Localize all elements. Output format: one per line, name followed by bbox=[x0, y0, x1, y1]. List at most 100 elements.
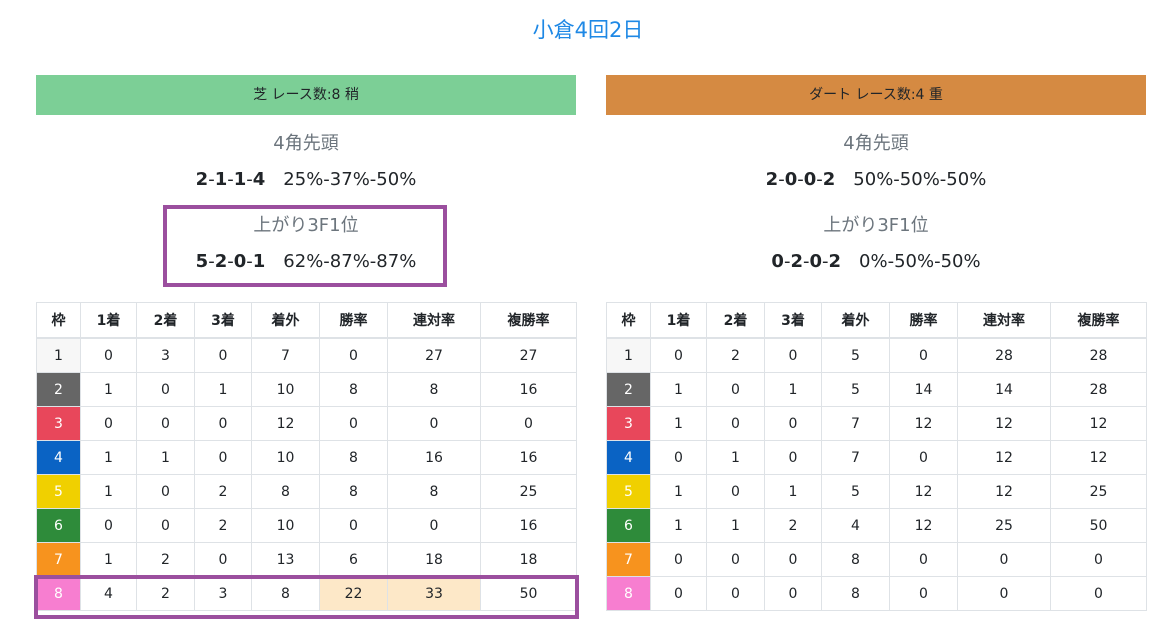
waku-cell: 1 bbox=[606, 337, 651, 373]
table-row: 6 1 1 2 4 12 25 50 bbox=[606, 508, 1147, 543]
table-row: 2 1 0 1 5 14 14 28 bbox=[606, 372, 1147, 407]
table-cell: 14 bbox=[957, 372, 1051, 407]
table-cell: 0 bbox=[764, 406, 822, 441]
table-cell: 12 bbox=[957, 474, 1051, 509]
turf-last3f-highlight bbox=[163, 205, 447, 287]
table-cell: 0 bbox=[1050, 542, 1147, 577]
table-cell: 10 bbox=[251, 372, 320, 407]
column-header: 枠 bbox=[606, 302, 651, 339]
table-cell: 1 bbox=[80, 440, 137, 475]
column-header: 着外 bbox=[821, 302, 890, 339]
page-title: 小倉4回2日 bbox=[532, 18, 644, 42]
table-cell: 16 bbox=[480, 372, 577, 407]
waku-cell: 3 bbox=[606, 406, 651, 441]
table-row: 1 0 2 0 5 0 28 28 bbox=[606, 337, 1147, 373]
table-cell: 2 bbox=[136, 542, 195, 577]
table-cell: 1 bbox=[706, 440, 765, 475]
table-cell: 0 bbox=[706, 542, 765, 577]
table-cell: 8 bbox=[387, 474, 481, 509]
table-cell: 0 bbox=[889, 440, 958, 475]
table-cell: 2 bbox=[194, 474, 252, 509]
table-cell: 10 bbox=[251, 440, 320, 475]
turf-panel: 芝 レース数:8 稍 4角先頭 2-1-1-4 25%-37%-50% 上がり3F… bbox=[36, 75, 577, 611]
column-header: 2着 bbox=[706, 302, 765, 339]
table-row: 7 0 0 0 8 0 0 0 bbox=[606, 542, 1147, 577]
waku-cell: 3 bbox=[36, 406, 81, 441]
dirt-stats-table: 枠 1着 2着 3着 着外 勝率 連対率 複勝率 1 0 2 0 5 0 28 … bbox=[606, 302, 1147, 611]
table-cell: 8 bbox=[319, 474, 388, 509]
table-cell: 7 bbox=[821, 406, 890, 441]
table-cell: 16 bbox=[480, 508, 577, 543]
column-header: 勝率 bbox=[889, 302, 958, 339]
table-cell: 8 bbox=[319, 372, 388, 407]
table-cell: 0 bbox=[957, 576, 1051, 611]
table-row: 7 1 2 0 13 6 18 18 bbox=[36, 542, 577, 577]
table-row: 1 0 3 0 7 0 27 27 bbox=[36, 337, 577, 373]
column-header: 3着 bbox=[764, 302, 822, 339]
table-cell: 3 bbox=[136, 337, 195, 373]
waku-cell: 4 bbox=[36, 440, 81, 475]
table-cell: 27 bbox=[387, 337, 481, 373]
table-cell: 0 bbox=[319, 337, 388, 373]
waku-cell: 5 bbox=[36, 474, 81, 509]
table-cell: 0 bbox=[1050, 576, 1147, 611]
table-cell: 7 bbox=[821, 440, 890, 475]
dirt-corner4-label: 4角先頭 bbox=[843, 133, 909, 154]
table-cell: 12 bbox=[957, 406, 1051, 441]
turf-corner4-rates: 25%-37%-50% bbox=[283, 169, 417, 190]
turf-header: 芝 レース数:8 稍 bbox=[36, 75, 576, 115]
table-cell: 0 bbox=[706, 372, 765, 407]
waku-cell: 1 bbox=[36, 337, 81, 373]
table-cell: 1 bbox=[764, 372, 822, 407]
table-cell: 0 bbox=[319, 508, 388, 543]
table-header-row: 枠 1着 2着 3着 着外 勝率 連対率 複勝率 bbox=[606, 302, 1147, 339]
table-row: 2 1 0 1 10 8 8 16 bbox=[36, 372, 577, 407]
table-cell: 2 bbox=[764, 508, 822, 543]
table-cell: 0 bbox=[889, 542, 958, 577]
table-cell: 0 bbox=[650, 337, 707, 373]
table-row: 3 1 0 0 7 12 12 12 bbox=[606, 406, 1147, 441]
table-cell: 0 bbox=[889, 337, 958, 373]
table-row: 4 1 1 0 10 8 16 16 bbox=[36, 440, 577, 475]
column-header: 連対率 bbox=[957, 302, 1051, 339]
table-cell: 28 bbox=[957, 337, 1051, 373]
table-cell: 1 bbox=[650, 508, 707, 543]
table-cell: 25 bbox=[480, 474, 577, 509]
table-cell: 5 bbox=[821, 474, 890, 509]
table-cell: 2 bbox=[706, 337, 765, 373]
table-cell: 0 bbox=[706, 474, 765, 509]
table-cell: 0 bbox=[650, 440, 707, 475]
waku-cell: 5 bbox=[606, 474, 651, 509]
table-row: 5 1 0 1 5 12 12 25 bbox=[606, 474, 1147, 509]
waku-cell: 8 bbox=[606, 576, 651, 611]
table-cell: 1 bbox=[764, 474, 822, 509]
table-cell: 1 bbox=[80, 542, 137, 577]
table-cell: 14 bbox=[889, 372, 958, 407]
table-cell: 7 bbox=[251, 337, 320, 373]
waku-cell: 4 bbox=[606, 440, 651, 475]
table-cell: 0 bbox=[650, 542, 707, 577]
table-cell: 1 bbox=[650, 474, 707, 509]
table-cell: 12 bbox=[889, 508, 958, 543]
table-row: 4 0 1 0 7 0 12 12 bbox=[606, 440, 1147, 475]
waku-cell: 6 bbox=[36, 508, 81, 543]
column-header: 勝率 bbox=[319, 302, 388, 339]
turf-stats-table: 枠 1着 2着 3着 着外 勝率 連対率 複勝率 1 0 3 0 7 0 27 … bbox=[36, 302, 577, 611]
table-cell: 28 bbox=[1050, 372, 1147, 407]
table-cell: 8 bbox=[319, 440, 388, 475]
table-cell: 12 bbox=[889, 406, 958, 441]
dirt-corner4-record: 2-0-0-2 bbox=[765, 169, 836, 190]
table-cell: 0 bbox=[387, 508, 481, 543]
dirt-corner4-rates: 50%-50%-50% bbox=[853, 169, 987, 190]
turf-corner4-line: 2-1-1-4 25%-37%-50% bbox=[36, 165, 576, 195]
table-cell: 12 bbox=[251, 406, 320, 441]
table-cell: 0 bbox=[889, 576, 958, 611]
table-cell: 18 bbox=[480, 542, 577, 577]
table-cell: 0 bbox=[194, 440, 252, 475]
table-cell: 2 bbox=[194, 508, 252, 543]
table-cell: 5 bbox=[821, 372, 890, 407]
table-cell: 0 bbox=[80, 406, 137, 441]
column-header: 枠 bbox=[36, 302, 81, 339]
column-header: 2着 bbox=[136, 302, 195, 339]
column-header: 連対率 bbox=[387, 302, 481, 339]
